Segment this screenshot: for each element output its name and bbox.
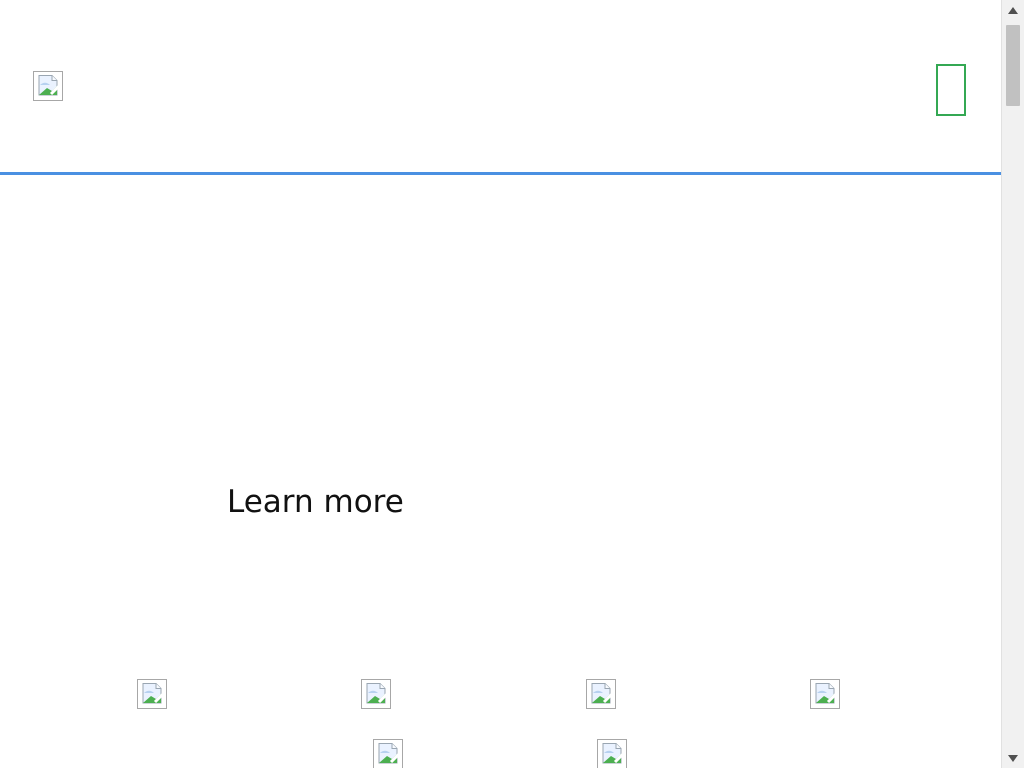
broken-image-icon [360,678,392,710]
gallery-image-3[interactable] [585,678,617,710]
scroll-down-button[interactable] [1002,748,1024,768]
learn-more-link[interactable]: Learn more [227,484,404,520]
scroll-up-button[interactable] [1002,0,1024,20]
header-divider [0,172,1001,175]
page-viewport: Learn more [0,0,1001,768]
broken-image-icon [32,70,64,102]
broken-image-icon [809,678,841,710]
menu-toggle-button[interactable] [936,64,966,116]
gallery-image-4[interactable] [809,678,841,710]
scroll-down-arrow-icon [1008,754,1018,762]
site-header [0,0,1001,172]
site-logo[interactable] [32,70,64,102]
gallery-image-6[interactable] [596,738,628,768]
broken-image-icon [372,738,404,768]
scroll-up-arrow-icon [1008,6,1018,14]
vertical-scrollbar[interactable] [1001,0,1024,768]
gallery-image-1[interactable] [136,678,168,710]
gallery-image-2[interactable] [360,678,392,710]
broken-image-icon [585,678,617,710]
scrollbar-thumb[interactable] [1006,25,1020,106]
broken-image-icon [596,738,628,768]
gallery-image-5[interactable] [372,738,404,768]
broken-image-icon [136,678,168,710]
